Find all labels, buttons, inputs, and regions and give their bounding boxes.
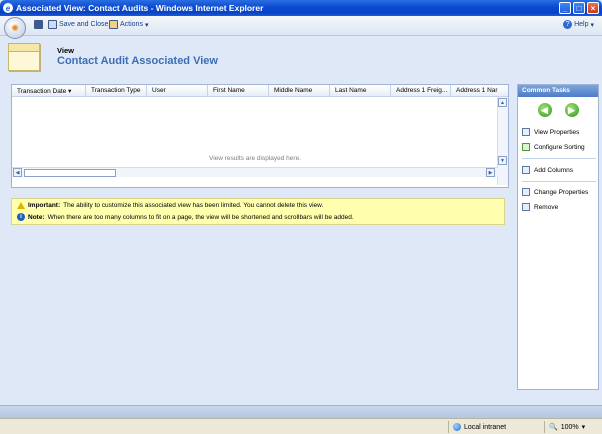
- chevron-down-icon: ▾: [144, 21, 149, 29]
- sort-down-icon: ▾: [68, 88, 72, 95]
- horizontal-scrollbar[interactable]: ◀ ▶: [12, 167, 498, 177]
- common-tasks-panel: Common Tasks ◀ ▶ View Properties Configu…: [517, 84, 599, 390]
- task-add-columns[interactable]: Add Columns: [522, 166, 573, 174]
- actions-icon: [109, 20, 118, 29]
- info-icon: i: [17, 213, 25, 221]
- zone-indicator: Local intranet: [448, 421, 540, 433]
- actions-menu[interactable]: Actions ▾: [109, 20, 148, 29]
- remove-icon: [522, 203, 530, 211]
- vertical-scrollbar[interactable]: ▲ ▼: [497, 97, 508, 185]
- column-header[interactable]: Address 1 Nar: [451, 85, 499, 96]
- move-left-icon[interactable]: ◀: [537, 103, 552, 117]
- scroll-down-icon[interactable]: ▼: [498, 156, 507, 165]
- scroll-up-icon[interactable]: ▲: [498, 98, 507, 107]
- browser-status-bar: Local intranet 🔍 100% ▾: [0, 418, 602, 434]
- results-grid: Transaction Date ▾ Transaction Type User…: [11, 84, 509, 188]
- task-view-properties[interactable]: View Properties: [522, 128, 579, 136]
- column-header[interactable]: Last Name: [330, 85, 391, 96]
- scroll-left-icon[interactable]: ◀: [13, 168, 22, 177]
- help-menu[interactable]: ? Help ▾: [563, 20, 594, 29]
- important-notice: Important: The ability to customize this…: [17, 202, 323, 209]
- page-title: Contact Audit Associated View: [57, 55, 218, 67]
- column-header[interactable]: Transaction Type: [86, 85, 147, 96]
- window-title-bar: e Associated View: Contact Audits - Wind…: [0, 0, 602, 16]
- divider: [522, 181, 596, 182]
- minimize-button[interactable]: _: [559, 2, 571, 14]
- column-header[interactable]: User: [147, 85, 208, 96]
- chevron-down-icon: ▾: [581, 424, 586, 431]
- close-button[interactable]: ×: [587, 2, 599, 14]
- crm-logo-icon[interactable]: ✺: [4, 17, 26, 39]
- maximize-button[interactable]: □: [573, 2, 585, 14]
- column-header[interactable]: Middle Name: [269, 85, 330, 96]
- globe-icon: [453, 423, 461, 431]
- column-header[interactable]: First Name: [208, 85, 269, 96]
- ie-icon: e: [3, 3, 13, 13]
- warning-icon: [17, 202, 25, 209]
- move-right-icon[interactable]: ▶: [564, 103, 579, 117]
- column-header[interactable]: Transaction Date ▾: [12, 85, 86, 96]
- properties-icon: [522, 128, 530, 136]
- add-columns-icon: [522, 166, 530, 174]
- grid-body: View results are displayed here.: [12, 97, 508, 175]
- column-header[interactable]: Address 1 Freig...: [391, 85, 451, 96]
- save-close-icon: [48, 20, 57, 29]
- task-remove[interactable]: Remove: [522, 203, 558, 211]
- header-label: View: [57, 46, 74, 55]
- grid-header: Transaction Date ▾ Transaction Type User…: [12, 85, 508, 97]
- scroll-thumb[interactable]: [24, 169, 116, 177]
- help-icon: ?: [563, 20, 573, 29]
- window-title: Associated View: Contact Audits - Window…: [16, 3, 264, 13]
- save-and-close-button[interactable]: Save and Close: [48, 20, 108, 29]
- view-icon: [8, 43, 40, 71]
- empty-message: View results are displayed here.: [208, 155, 301, 162]
- zoom-icon: 🔍: [549, 424, 558, 431]
- notice-box: Important: The ability to customize this…: [11, 198, 505, 225]
- task-configure-sorting[interactable]: Configure Sorting: [522, 143, 585, 151]
- common-tasks-title: Common Tasks: [518, 85, 598, 97]
- task-change-properties[interactable]: Change Properties: [522, 188, 588, 196]
- scroll-right-icon[interactable]: ▶: [486, 168, 495, 177]
- zoom-control[interactable]: 🔍 100% ▾: [544, 421, 600, 433]
- chevron-down-icon: ▾: [590, 21, 594, 29]
- sort-icon: [522, 143, 530, 151]
- change-properties-icon: [522, 188, 530, 196]
- save-icon[interactable]: [34, 20, 43, 29]
- divider: [522, 158, 596, 159]
- note-notice: i Note: When there are too many columns …: [17, 213, 354, 221]
- form-footer-bar: [0, 405, 602, 418]
